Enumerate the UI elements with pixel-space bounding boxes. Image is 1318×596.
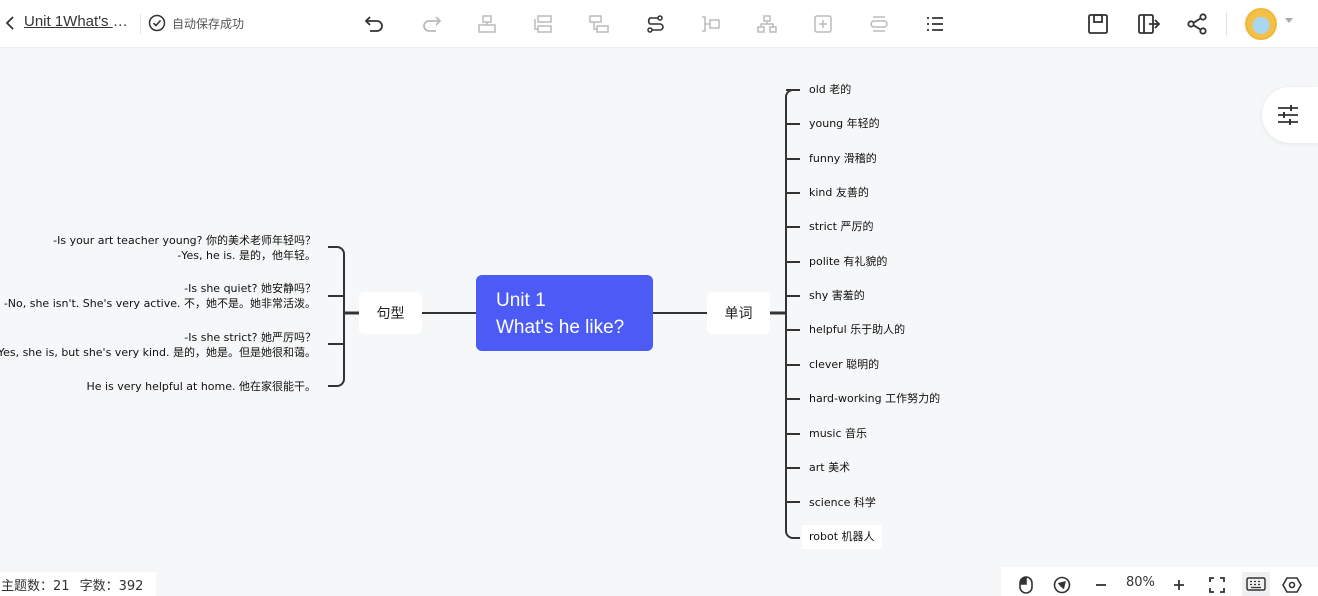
navigation-icon [1053,576,1071,594]
sentence-item[interactable]: He is very helpful at home. 他在家很能干。 [86,379,316,394]
word-item[interactable]: robot 机器人 [809,529,875,544]
save-icon [1088,14,1108,34]
word-item[interactable]: old 老的 [809,82,851,97]
insert-topic-button[interactable] [809,10,837,38]
outline-format-icon [870,16,888,32]
redo-icon [423,16,442,32]
main-topic-sentences[interactable]: 句型 [359,292,422,334]
export-icon [1138,14,1161,34]
zoom-out-button[interactable] [1090,574,1112,596]
word-item[interactable]: young 年轻的 [809,116,880,131]
insert-child-button[interactable] [585,10,613,38]
undo-icon [364,16,383,32]
word-item[interactable]: helpful 乐于助人的 [809,322,905,337]
structure-button[interactable] [753,10,781,38]
save-button[interactable] [1084,10,1112,38]
zoom-bar [1001,567,1318,596]
undo-button[interactable] [361,10,389,38]
chevron-down-icon[interactable] [1285,18,1293,23]
summary-icon [702,16,720,32]
back-icon[interactable] [0,10,20,36]
insert-child-icon [589,15,609,33]
divider [1226,12,1227,36]
keyboard-icon [1246,577,1266,591]
relation-line-button[interactable] [641,10,669,38]
topic-count: 主题数：21 [1,578,70,594]
zoom-level: 80% [1126,575,1155,590]
insert-sibling-icon [534,15,552,33]
divider [140,14,141,34]
word-item[interactable]: polite 有礼貌的 [809,254,887,269]
relation-line-icon [647,15,664,33]
eye-icon [1282,577,1302,593]
word-item[interactable]: clever 聪明的 [809,357,879,372]
root-topic[interactable]: Unit 1 What's he like? [476,275,653,351]
document-title[interactable]: Unit 1What's he like? [24,13,136,30]
root-topic-line1: Unit 1 [496,290,546,311]
check-circle-icon [148,14,166,32]
word-item[interactable]: science 科学 [809,495,876,510]
word-count: 字数：392 [79,578,144,594]
plus-icon [1174,580,1184,590]
insert-parent-button[interactable] [473,10,501,38]
save-status-text: 自动保存成功 [172,16,245,31]
top-bar: Unit 1What's he like? 自动保存成功 [0,0,1318,48]
shortcuts-button[interactable] [1242,572,1270,596]
format-button[interactable] [865,10,893,38]
word-item[interactable]: kind 友善的 [809,185,869,200]
insert-topic-icon [814,15,832,33]
sentence-item[interactable]: -Is she strict? 她严厉吗？ -Yes, she is, but … [0,330,316,360]
mouse-mode-button[interactable] [1015,574,1037,596]
redo-button[interactable] [417,10,445,38]
theme-button[interactable] [1281,574,1303,596]
word-item[interactable]: shy 害羞的 [809,288,865,303]
export-button[interactable] [1135,10,1163,38]
sentence-item[interactable]: -Is she quiet? 她安静吗？ -No, she isn't. She… [4,281,316,311]
word-item[interactable]: hard-working 工作努力的 [809,391,940,406]
mindmap-canvas[interactable]: Unit 1 What's he like? 单词 句型 old 老的 youn… [0,49,1318,567]
mouse-icon [1019,576,1033,594]
insert-parent-icon [478,15,496,33]
list-view-icon [927,17,943,31]
fullscreen-button[interactable] [1206,574,1228,596]
insert-sibling-button[interactable] [529,10,557,38]
zoom-in-button[interactable] [1168,574,1190,596]
locate-button[interactable] [1051,574,1073,596]
word-item[interactable]: funny 滑稽的 [809,151,877,166]
save-status: 自动保存成功 [148,14,244,32]
word-item[interactable]: music 音乐 [809,426,867,441]
main-topic-words[interactable]: 单词 [707,292,770,334]
sliders-icon [1278,105,1298,125]
summary-button[interactable] [697,10,725,38]
root-topic-line2: What's he like? [496,317,625,338]
word-item[interactable]: strict 严厉的 [809,219,873,234]
minus-icon [1096,584,1106,586]
word-item[interactable]: art 美术 [809,460,850,475]
share-icon [1187,13,1207,35]
sentence-item[interactable]: -Is your art teacher young? 你的美术老师年轻吗？ -… [53,233,316,263]
structure-icon [757,15,777,33]
style-settings-button[interactable] [1262,87,1318,143]
share-button[interactable] [1183,10,1211,38]
avatar[interactable] [1245,8,1277,40]
fullscreen-icon [1209,577,1225,593]
document-stats: 主题数：21 字数：392 [0,572,156,596]
list-view-button[interactable] [921,10,949,38]
